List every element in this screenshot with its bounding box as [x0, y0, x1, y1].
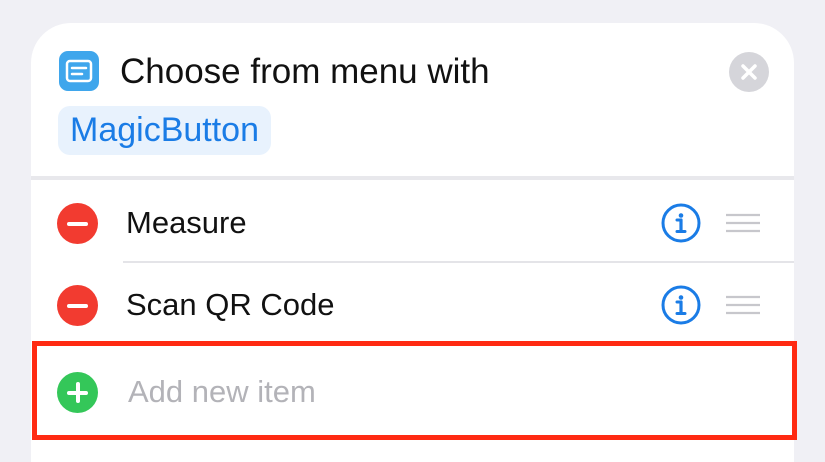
menu-item-row: Measure	[31, 182, 794, 262]
row-divider	[123, 261, 794, 263]
drag-handle-icon[interactable]	[725, 212, 761, 234]
action-title: Choose from menu with	[120, 52, 490, 91]
minus-circle-icon[interactable]	[57, 285, 98, 326]
header-divider	[31, 176, 794, 180]
drag-handle-icon[interactable]	[725, 294, 761, 316]
action-card: Choose from menu with MagicButton Measur…	[31, 23, 794, 462]
menu-list-icon	[59, 51, 99, 91]
action-header: Choose from menu with MagicButton	[31, 23, 794, 176]
menu-item-row: Scan QR Code	[31, 264, 794, 344]
add-item-input[interactable]	[128, 369, 688, 415]
info-icon[interactable]	[661, 285, 701, 325]
close-icon[interactable]	[729, 52, 769, 92]
info-icon[interactable]	[661, 203, 701, 243]
menu-item-label[interactable]: Scan QR Code	[126, 284, 335, 326]
minus-circle-icon[interactable]	[57, 203, 98, 244]
menu-item-label[interactable]: Measure	[126, 202, 247, 244]
add-item-row[interactable]	[31, 344, 794, 444]
variable-token[interactable]: MagicButton	[58, 106, 271, 155]
plus-circle-icon[interactable]	[57, 372, 98, 413]
